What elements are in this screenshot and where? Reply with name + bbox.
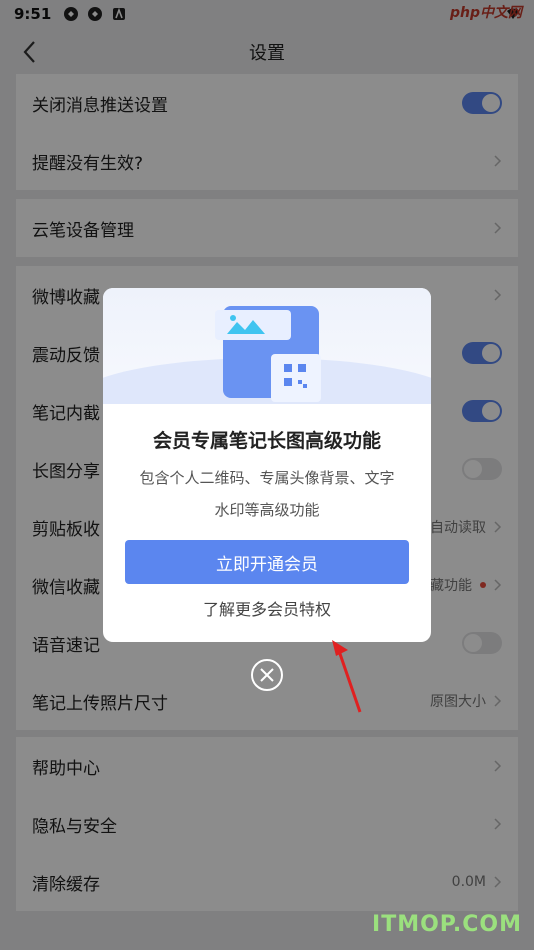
- dialog-desc-line: 包含个人二维码、专属头像背景、文字: [139, 469, 395, 487]
- watermark-itmop: ITMOP.COM: [372, 912, 522, 937]
- dialog-description: 包含个人二维码、专属头像背景、文字 水印等高级功能: [123, 462, 411, 526]
- learn-more-link[interactable]: 了解更多会员特权: [103, 596, 431, 620]
- annotation-arrow-icon: [332, 640, 362, 713]
- vip-dialog: 会员专属笔记长图高级功能 包含个人二维码、专属头像背景、文字 水印等高级功能 立…: [103, 288, 431, 642]
- dialog-desc-line: 水印等高级功能: [214, 501, 320, 519]
- close-icon[interactable]: [250, 658, 284, 692]
- open-vip-button[interactable]: 立即开通会员: [125, 540, 409, 584]
- long-image-illustration-icon: [103, 306, 431, 438]
- dialog-banner: [103, 288, 431, 438]
- dialog-title: 会员专属笔记长图高级功能: [152, 430, 381, 452]
